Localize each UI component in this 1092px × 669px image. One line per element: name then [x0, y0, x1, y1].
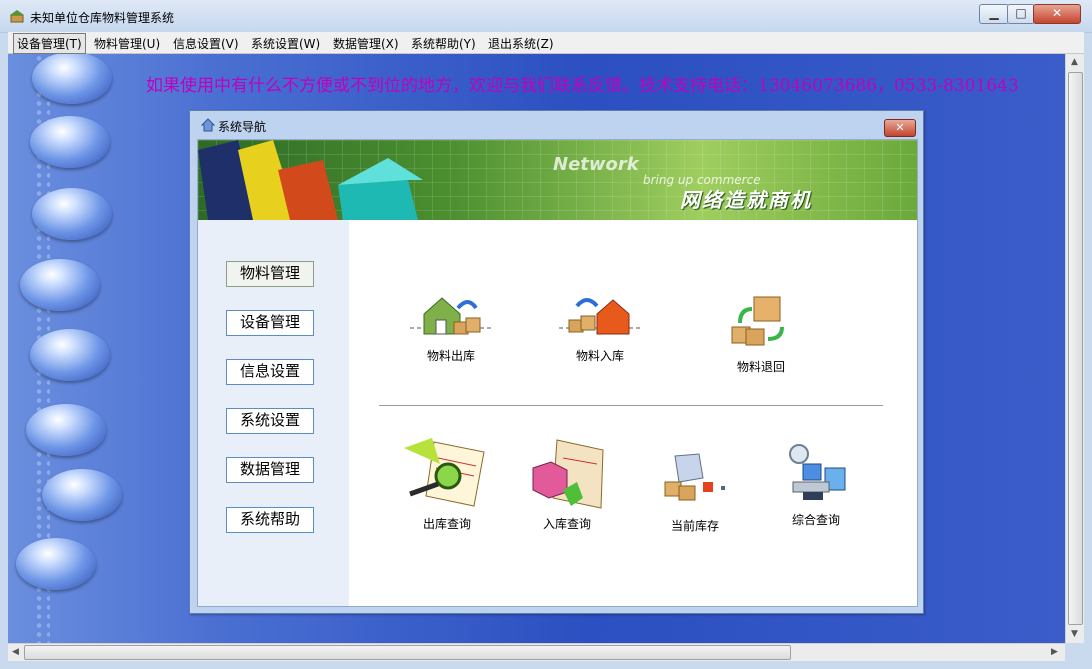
- banner-network-text: Network: [553, 154, 639, 175]
- maximize-button[interactable]: □: [1007, 4, 1035, 24]
- tile-label: 物料出库: [426, 349, 475, 363]
- tile-combined-query[interactable]: 综合查询: [766, 442, 866, 528]
- tile-label: 出库查询: [422, 517, 471, 531]
- scroll-right-icon[interactable]: ▶: [1051, 647, 1058, 657]
- tile-label: 综合查询: [791, 513, 840, 527]
- close-icon: ✕: [1051, 6, 1063, 20]
- scroll-left-icon[interactable]: ◀: [12, 647, 19, 657]
- stock-boxes-icon: [664, 453, 725, 501]
- menu-material[interactable]: 物料管理(U): [94, 35, 160, 52]
- nav-button-material[interactable]: 物料管理: [226, 261, 314, 287]
- decorative-orb: [20, 259, 100, 311]
- function-panel: 物料出库 物料入库 物料退回 出库查询 入库查询 当前库存 综合查询: [349, 220, 917, 606]
- tile-inbound-query[interactable]: 入库查询: [517, 438, 617, 532]
- menu-exit[interactable]: 退出系统(Z): [488, 35, 554, 52]
- menu-info-settings[interactable]: 信息设置(V): [173, 35, 239, 52]
- scroll-down-icon[interactable]: ▼: [1071, 629, 1078, 639]
- decorative-orb: [16, 538, 96, 590]
- tile-label: 物料退回: [736, 360, 785, 374]
- decorative-orb: [30, 329, 110, 381]
- warehouse-out-icon: [410, 297, 492, 335]
- nav-button-data-management[interactable]: 数据管理: [226, 457, 314, 483]
- tile-outbound-query[interactable]: 出库查询: [397, 438, 497, 532]
- boxes-return-icon: [731, 296, 784, 346]
- tile-current-stock[interactable]: 当前库存: [645, 452, 745, 534]
- menu-bar: 设备管理(T) 物料管理(U) 信息设置(V) 系统设置(W) 数据管理(X) …: [8, 32, 1084, 54]
- horizontal-scrollbar[interactable]: ◀ ▶: [8, 643, 1065, 661]
- nav-panel: 物料管理 设备管理 信息设置 系统设置 数据管理 系统帮助: [198, 220, 349, 606]
- nav-button-equipment[interactable]: 设备管理: [226, 310, 314, 336]
- close-button[interactable]: ✕: [1033, 4, 1081, 24]
- app-window: 未知单位仓库物料管理系统 ▁ □ ✕ 设备管理(T) 物料管理(U) 信息设置(…: [0, 0, 1092, 669]
- app-icon: [10, 10, 24, 23]
- dialog-close-button[interactable]: ✕: [884, 119, 916, 137]
- warehouse-in-icon: [559, 298, 641, 335]
- support-marquee: 如果使用中有什么不方便或不到位的地方，欢迎与我们联系反馈。技术支持电话：1304…: [146, 76, 1019, 96]
- tile-material-in[interactable]: 物料入库: [550, 292, 650, 364]
- nav-button-system-settings[interactable]: 系统设置: [226, 408, 314, 434]
- banner-slogan: 网络造就商机: [680, 188, 812, 212]
- banner-image: Network bring up commerce 网络造就商机: [198, 140, 917, 220]
- navigation-dialog: 系统导航 ✕ Network bring up commerce 网络造就商机: [189, 110, 924, 614]
- minimize-button[interactable]: ▁: [979, 4, 1009, 24]
- menu-system-settings[interactable]: 系统设置(W): [251, 35, 320, 52]
- dialog-body: Network bring up commerce 网络造就商机 物料管理 设备…: [197, 139, 918, 607]
- dialog-title: 系统导航: [218, 120, 267, 134]
- dialog-title-bar: 系统导航: [201, 118, 267, 135]
- decorative-orb: [32, 188, 112, 240]
- tile-label: 入库查询: [542, 517, 591, 531]
- window-title: 未知单位仓库物料管理系统: [30, 11, 175, 25]
- section-divider: [379, 405, 883, 407]
- nav-button-system-help[interactable]: 系统帮助: [226, 507, 314, 533]
- decorative-orb: [26, 404, 106, 456]
- menu-system-help[interactable]: 系统帮助(Y): [411, 35, 476, 52]
- magnifier-document-icon: [404, 438, 485, 507]
- tile-label: 当前库存: [670, 519, 719, 533]
- vertical-scroll-thumb[interactable]: [1068, 72, 1083, 625]
- menu-equipment[interactable]: 设备管理(T): [13, 33, 86, 54]
- tile-material-return[interactable]: 物料退回: [711, 295, 811, 375]
- decorative-orb: [42, 469, 122, 521]
- nav-button-info-settings[interactable]: 信息设置: [226, 359, 314, 385]
- computer-network-icon: [789, 444, 846, 500]
- decorative-orb: [30, 116, 110, 168]
- tile-label: 物料入库: [575, 349, 624, 363]
- menu-data-management[interactable]: 数据管理(X): [333, 35, 399, 52]
- title-bar: 未知单位仓库物料管理系统 ▁ □ ✕: [0, 0, 1092, 33]
- scroll-up-icon[interactable]: ▲: [1071, 57, 1078, 67]
- close-icon: ✕: [895, 121, 905, 134]
- maximize-icon: □: [1015, 6, 1027, 20]
- box-document-icon: [532, 439, 604, 509]
- minimize-icon: ▁: [989, 6, 999, 20]
- decorative-orb: [32, 54, 112, 104]
- home-icon: [201, 118, 215, 132]
- horizontal-scroll-thumb[interactable]: [24, 645, 791, 660]
- bar-chart-graphic: [198, 140, 423, 220]
- vertical-scrollbar[interactable]: ▲ ▼: [1065, 54, 1084, 643]
- tile-material-out[interactable]: 物料出库: [401, 292, 501, 364]
